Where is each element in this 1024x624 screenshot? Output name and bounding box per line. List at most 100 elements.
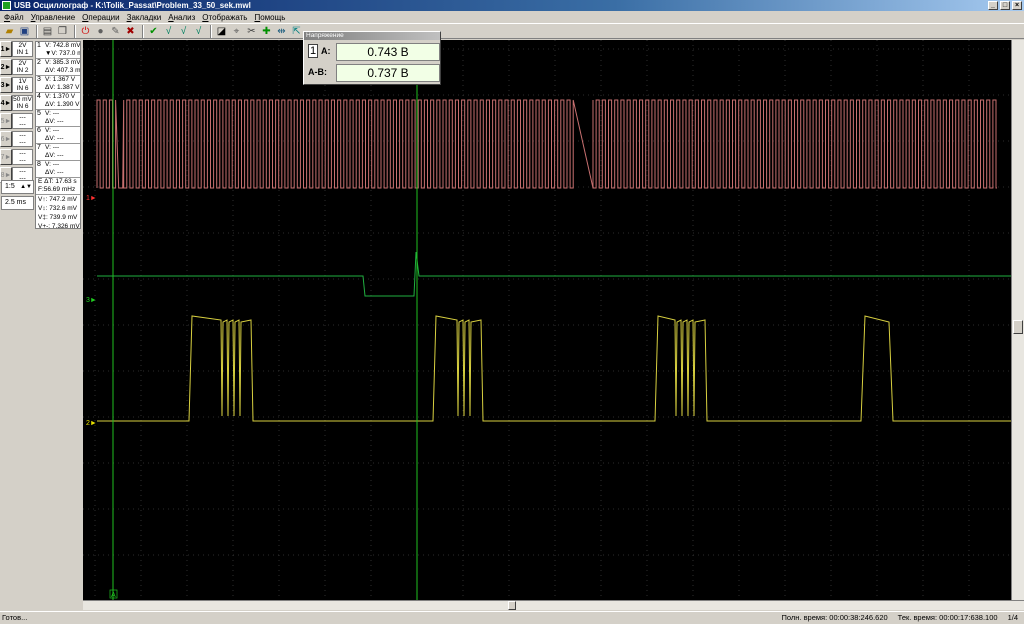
channel-panel: 1 ► 2V IN 1 2 ► 2V IN 2 3 ► 1V IN 6 4 ► 50 mV IN… <box>0 40 82 610</box>
menu-bar: Файл Управление Операции Закладки Анализ… <box>0 11 1024 23</box>
channel-scale: --- <box>19 132 26 139</box>
measurement-4: 4 V: 1.370 V ΔV: 1.390 V <box>36 93 80 110</box>
menu-view[interactable]: Отображать <box>202 13 247 22</box>
menu-analysis[interactable]: Анализ <box>168 13 195 22</box>
channel-button-7[interactable]: 7 ► <box>0 149 12 165</box>
channel-button-1[interactable]: 1 ► <box>0 41 12 57</box>
measurement-7: 7 V: --- ΔV: --- <box>36 144 80 161</box>
channel-button-4[interactable]: 4 ► <box>0 95 12 111</box>
channel-row-2[interactable]: 2 ► 2V IN 2 <box>0 59 34 76</box>
readout-a-label: A: <box>321 46 331 56</box>
open-icon[interactable]: ▰ <box>3 25 16 38</box>
measurement-1: 1V: 742.8 mV▼V: 737.0 mV <box>36 42 80 59</box>
copy-icon[interactable]: ❐ <box>56 25 69 38</box>
readout-ab-value: 0.737 В <box>336 64 440 82</box>
channel-3-trace <box>97 251 1011 297</box>
measurement-panel: 1V: 742.8 mV▼V: 737.0 mV 2V: 385.3 mVΔV:… <box>35 41 81 230</box>
channel-scale: 2V <box>18 42 27 49</box>
channel-input: --- <box>19 157 26 164</box>
channel-row-3[interactable]: 3 ► 1V IN 6 <box>0 77 34 94</box>
full-time: Полн. время: 00:00:38:246.620 <box>781 613 888 622</box>
channel-row-6[interactable]: 6 ► --- --- <box>0 131 34 148</box>
readout-channel[interactable]: 1 <box>308 44 318 58</box>
channel-button-6[interactable]: 6 ► <box>0 131 12 147</box>
contrast-icon[interactable]: ◪ <box>215 25 228 38</box>
zoom-ratio-field[interactable]: 1:5 ▲▼ <box>1 180 34 194</box>
check-b-icon[interactable]: √ <box>177 25 190 38</box>
channel-scale: --- <box>19 114 26 121</box>
current-time: Тек. время: 00:00:17:638.100 <box>897 613 998 622</box>
channel-button-5[interactable]: 5 ► <box>0 113 12 129</box>
voltage-readout-window[interactable]: Напряжение 1 A: 0.743 В A-B: 0.737 В <box>303 31 441 85</box>
marker-icon[interactable]: ⇹ <box>275 25 288 38</box>
stop-icon[interactable]: ⏻ <box>79 25 92 38</box>
record-icon[interactable]: ● <box>94 25 107 38</box>
vertical-scrollbar[interactable] <box>1011 40 1024 600</box>
cursor-icon[interactable]: ⌖ <box>230 25 243 38</box>
channel-input: --- <box>19 121 26 128</box>
channel-scale: --- <box>19 150 26 157</box>
check-a-icon[interactable]: √ <box>162 25 175 38</box>
check-icon[interactable]: ✔ <box>147 25 160 38</box>
channel-input: IN 2 <box>16 67 29 74</box>
channel-input: --- <box>19 139 26 146</box>
time-measurement: E ΔT: 17.63 s F:56.69 mHz <box>36 178 80 195</box>
horizontal-scrollbar[interactable] <box>83 600 1024 610</box>
channel-input: IN 6 <box>16 103 29 110</box>
channel-scale: --- <box>19 168 26 175</box>
readout-a-value: 0.743 В <box>336 43 440 61</box>
menu-file[interactable]: Файл <box>4 13 24 22</box>
delete-icon[interactable]: ✖ <box>124 25 137 38</box>
waveform-plot[interactable]: 1► 3► 2► A <box>83 40 1011 600</box>
minimize-button[interactable]: _ <box>988 1 998 10</box>
trace-label-3[interactable]: 3► <box>86 297 97 304</box>
status-bar: Готов... Полн. время: 00:00:38:246.620 Т… <box>0 611 1024 624</box>
channel-row-1[interactable]: 1 ► 2V IN 1 <box>0 41 34 58</box>
probe-icon[interactable]: ✎ <box>109 25 122 38</box>
channel-input: IN 6 <box>16 85 29 92</box>
spin-arrows-icon[interactable]: ▲▼ <box>20 181 32 193</box>
channel-scale: 1V <box>18 78 27 85</box>
title-bar: USB Осциллограф - K:\Tolik_Passat\Proble… <box>0 0 1024 11</box>
voltage-summary: V↑: 747.2 mV V↕: 732.6 mV V‡: 739.9 mV V+-:… <box>38 196 80 230</box>
timebase-field[interactable]: 2.5 ms <box>1 196 34 210</box>
readout-title: Напряжение <box>304 32 440 40</box>
vertical-scroll-thumb[interactable] <box>1013 320 1023 334</box>
measurement-5: 5 V: --- ΔV: --- <box>36 110 80 127</box>
close-button[interactable]: × <box>1012 1 1022 10</box>
arrow-icon[interactable]: ✚ <box>260 25 273 38</box>
scissors-icon[interactable]: ✂ <box>245 25 258 38</box>
save-icon[interactable]: ▣ <box>18 25 31 38</box>
maximize-button[interactable]: □ <box>1000 1 1010 10</box>
check-c-icon[interactable]: √ <box>192 25 205 38</box>
menu-operations[interactable]: Операции <box>82 13 119 22</box>
toolbar: ▰ ▣ ▤ ❐ ⏻ ● ✎ ✖ ✔ √ √ √ ◪ ⌖ ✂ ✚ ⇹ ⇱ <box>0 23 1024 39</box>
menu-bookmarks[interactable]: Закладки <box>127 13 162 22</box>
trace-label-1[interactable]: 1► <box>86 195 97 202</box>
channel-2-trace <box>97 315 1011 422</box>
readout-ab-label: A-B: <box>308 67 327 77</box>
trace-label-2[interactable]: 2► <box>86 420 97 427</box>
app-icon <box>2 1 11 10</box>
cursor-a-label: A <box>111 592 116 599</box>
measurement-8: 8 V: --- ΔV: --- <box>36 161 80 178</box>
menu-control[interactable]: Управление <box>31 13 75 22</box>
measurement-2: 2V: 385.3 mVΔV: 407.3 mV <box>36 59 80 76</box>
channel-1-trace <box>96 99 997 189</box>
print-icon[interactable]: ▤ <box>41 25 54 38</box>
measurement-3: 3 V: 1.367 V ΔV: 1.387 V <box>36 76 80 93</box>
window-title: USB Осциллограф - K:\Tolik_Passat\Proble… <box>14 1 251 10</box>
page-indicator: 1/4 <box>1007 613 1018 622</box>
channel-button-2[interactable]: 2 ► <box>0 59 12 75</box>
menu-help[interactable]: Помощь <box>254 13 285 22</box>
channel-row-5[interactable]: 5 ► --- --- <box>0 113 34 130</box>
oscilloscope-screen[interactable]: 1► 3► 2► A <box>83 40 1011 600</box>
channel-button-3[interactable]: 3 ► <box>0 77 12 93</box>
zoom-icon[interactable]: ⇱ <box>290 25 303 38</box>
status-text: Готов... <box>2 613 28 622</box>
channel-scale: 2V <box>18 60 27 67</box>
horizontal-scroll-thumb[interactable] <box>508 601 516 610</box>
channel-row-4[interactable]: 4 ► 50 mV IN 6 <box>0 95 34 112</box>
channel-row-7[interactable]: 7 ► --- --- <box>0 149 34 166</box>
channel-scale: 50 mV <box>13 96 32 103</box>
